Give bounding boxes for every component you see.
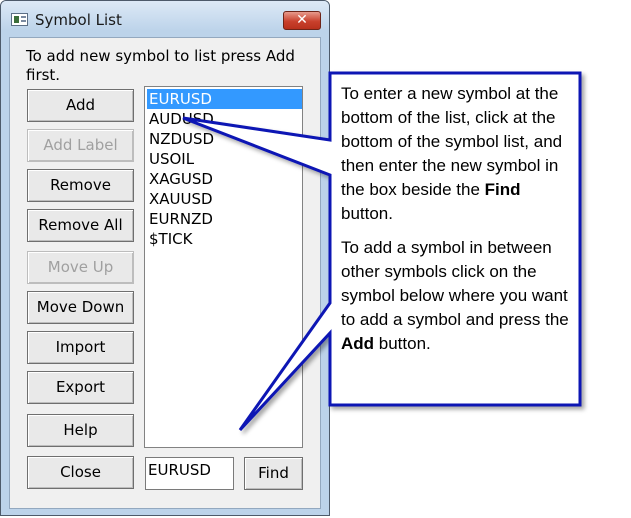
- callout-paragraph-add: To add a symbol in between other symbols…: [341, 238, 569, 353]
- callout-paragraph-find: To enter a new symbol at the bottom of t…: [341, 84, 563, 223]
- callout-text: To enter a new symbol at the bottom of t…: [341, 82, 576, 366]
